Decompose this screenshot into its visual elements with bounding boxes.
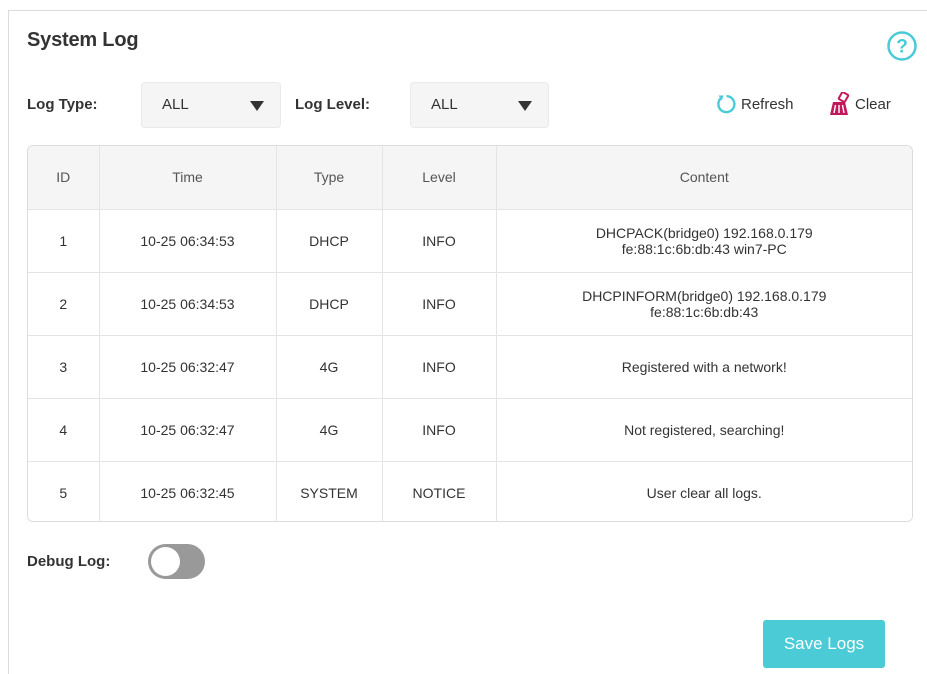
debug-log-label: Debug Log: (27, 553, 111, 570)
broom-icon (830, 92, 850, 115)
content-line: DHCPINFORM(bridge0) 192.168.0.179 (582, 287, 827, 304)
svg-text:?: ? (896, 37, 908, 58)
column-header-content: Content (496, 146, 912, 210)
clear-button[interactable]: Clear (829, 92, 891, 116)
cell-content: DHCPINFORM(bridge0) 192.168.0.179 fe:88:… (496, 272, 912, 336)
caret-down-icon (250, 101, 264, 111)
debug-log-toggle[interactable] (148, 544, 205, 579)
cell-type: SYSTEM (276, 461, 383, 521)
table-row: 2 10-25 06:34:53 DHCP INFO DHCPINFORM(br… (28, 272, 912, 336)
content-line: Not registered, searching! (624, 421, 785, 438)
caret-down-icon (518, 101, 532, 111)
cell-type: DHCP (276, 272, 383, 336)
table-row: 4 10-25 06:32:47 4G INFO Not registered,… (28, 398, 912, 462)
cell-time: 10-25 06:34:53 (99, 209, 277, 273)
cell-time: 10-25 06:32:45 (99, 461, 277, 521)
cell-type: DHCP (276, 209, 383, 273)
save-logs-button[interactable]: Save Logs (763, 620, 885, 668)
cell-content: Not registered, searching! (496, 398, 912, 462)
toggle-knob (151, 547, 180, 576)
log-type-value: ALL (162, 96, 189, 113)
table-header-row: ID Time Type Level Content (28, 146, 912, 210)
panel-border-top (8, 10, 927, 11)
help-circle-icon[interactable]: ? (886, 30, 918, 62)
column-header-id: ID (28, 146, 100, 210)
refresh-icon (717, 95, 736, 114)
cell-time: 10-25 06:32:47 (99, 335, 277, 399)
cell-content: User clear all logs. (496, 461, 912, 521)
cell-id: 1 (28, 209, 100, 273)
log-level-label: Log Level: (295, 96, 371, 113)
refresh-label: Refresh (741, 95, 794, 113)
log-level-value: ALL (431, 96, 458, 113)
cell-level: INFO (382, 398, 497, 462)
cell-level: NOTICE (382, 461, 497, 521)
content-line: User clear all logs. (646, 484, 762, 501)
column-header-type: Type (276, 146, 383, 210)
cell-time: 10-25 06:34:53 (99, 272, 277, 336)
cell-id: 3 (28, 335, 100, 399)
cell-id: 5 (28, 461, 100, 521)
column-header-time: Time (99, 146, 277, 210)
cell-time: 10-25 06:32:47 (99, 398, 277, 462)
table-row: 1 10-25 06:34:53 DHCP INFO DHCPACK(bridg… (28, 209, 912, 273)
clear-label: Clear (855, 95, 891, 113)
content-line: Registered with a network! (621, 358, 787, 375)
panel-border-left (8, 10, 9, 674)
log-type-select[interactable]: ALL (141, 82, 281, 128)
log-type-label: Log Type: (27, 96, 98, 113)
cell-level: INFO (382, 272, 497, 336)
column-header-level: Level (382, 146, 497, 210)
content-line: fe:88:1c:6b:db:43 win7-PC (621, 240, 787, 257)
cell-id: 2 (28, 272, 100, 336)
log-level-select[interactable]: ALL (410, 82, 549, 128)
table-row: 5 10-25 06:32:45 SYSTEM NOTICE User clea… (28, 461, 912, 521)
cell-type: 4G (276, 335, 383, 399)
refresh-button[interactable]: Refresh (715, 92, 794, 116)
cell-id: 4 (28, 398, 100, 462)
content-line: DHCPACK(bridge0) 192.168.0.179 (595, 224, 813, 241)
page-title: System Log (27, 29, 139, 51)
content-line: fe:88:1c:6b:db:43 (650, 303, 759, 320)
cell-content: Registered with a network! (496, 335, 912, 399)
table-row: 3 10-25 06:32:47 4G INFO Registered with… (28, 335, 912, 399)
cell-level: INFO (382, 209, 497, 273)
cell-level: INFO (382, 335, 497, 399)
log-table: ID Time Type Level Content 1 10-25 06:34… (27, 145, 913, 522)
log-table-grid: ID Time Type Level Content 1 10-25 06:34… (28, 146, 912, 521)
cell-content: DHCPACK(bridge0) 192.168.0.179 fe:88:1c:… (496, 209, 912, 273)
cell-type: 4G (276, 398, 383, 462)
